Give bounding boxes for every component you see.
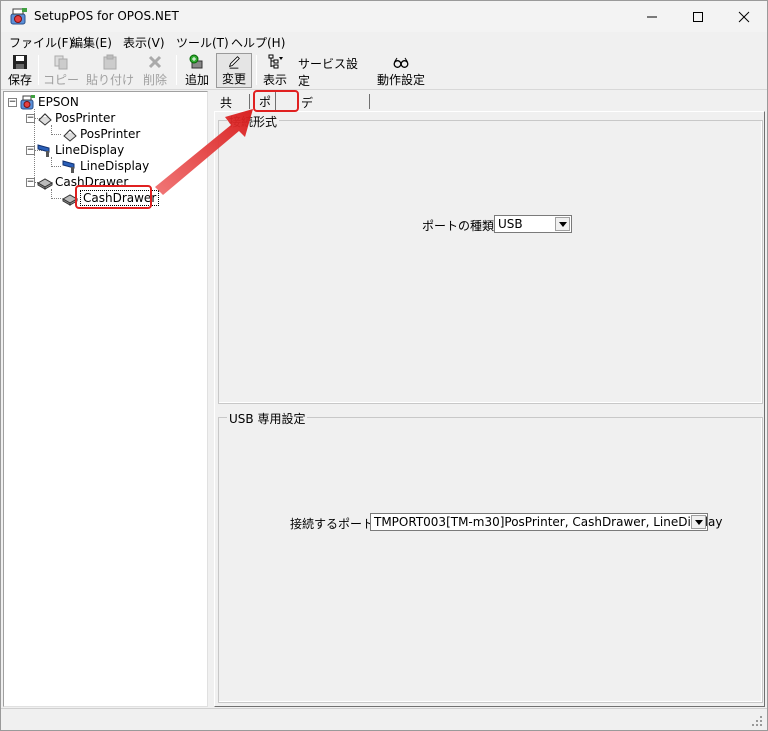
port-type-label: ポートの種類 bbox=[422, 219, 495, 233]
tree-node-posprinter-child[interactable]: PosPrinter bbox=[62, 126, 140, 142]
collapse-icon[interactable]: − bbox=[26, 177, 35, 187]
change-button[interactable]: 変更 bbox=[216, 53, 252, 88]
cash-drawer-icon bbox=[37, 178, 53, 190]
line-display-icon bbox=[37, 144, 50, 157]
copy-label: コピー bbox=[43, 73, 80, 87]
panel-splitter[interactable] bbox=[209, 91, 213, 707]
chevron-down-icon[interactable] bbox=[691, 515, 706, 529]
paste-label: 貼り付け bbox=[86, 73, 135, 87]
resize-grip-icon[interactable] bbox=[751, 715, 763, 727]
delete-label: 削除 bbox=[142, 73, 167, 87]
usb-settings-group: USB 専用設定 接続するポート TMPORT003[TM-m30]PosPri… bbox=[218, 410, 763, 703]
tree-label-posprinter-child: PosPrinter bbox=[80, 127, 141, 141]
tree-connector bbox=[51, 134, 61, 135]
menu-view[interactable]: 表示(V) bbox=[123, 34, 165, 51]
paste-icon bbox=[103, 54, 117, 70]
operation-settings-button[interactable]: 動作設定 bbox=[374, 53, 428, 88]
menu-bar: ファイル(F) 編集(E) 表示(V) ツール(T) ヘルプ(H) bbox=[1, 32, 767, 52]
connection-type-title: 接続形式 bbox=[227, 113, 280, 130]
tree-connector bbox=[51, 198, 61, 199]
line-display-icon bbox=[62, 160, 75, 173]
close-button[interactable] bbox=[721, 1, 767, 32]
toolbar-separator bbox=[176, 55, 177, 85]
app-icon bbox=[10, 8, 27, 25]
collapse-icon[interactable]: − bbox=[26, 113, 35, 123]
delete-button[interactable]: 削除 bbox=[140, 53, 170, 88]
toolbar: 保存 コピー 貼り付け 削除 追加 変更 表示 サービス設定 動作設定 bbox=[1, 52, 767, 90]
tab-separator bbox=[369, 94, 370, 109]
copy-button[interactable]: コピー bbox=[43, 53, 79, 88]
epson-root-icon bbox=[20, 95, 35, 110]
change-label: 変更 bbox=[221, 72, 246, 86]
view-button[interactable]: 表示 bbox=[260, 53, 290, 88]
save-icon bbox=[13, 55, 27, 69]
tab-content: 接続形式 ポートの種類 USB USB 専用設定 接続するポート TMPORT0… bbox=[214, 111, 765, 707]
title-bar: SetupPOS for OPOS.NET bbox=[1, 1, 767, 32]
connection-type-group: 接続形式 ポートの種類 USB bbox=[218, 113, 763, 404]
add-device-icon bbox=[189, 54, 203, 69]
minimize-icon bbox=[647, 16, 657, 17]
device-tree[interactable]: − EPSON − PosPrinter PosPrinter − LineDi… bbox=[3, 91, 208, 707]
connect-port-select[interactable]: TMPORT003[TM-m30]PosPrinter, CashDrawer,… bbox=[370, 513, 722, 531]
tree-node-epson[interactable]: − EPSON bbox=[8, 94, 79, 110]
printer-icon bbox=[38, 113, 52, 126]
tab-common[interactable]: 共通 bbox=[216, 93, 236, 127]
save-label: 保存 bbox=[7, 73, 32, 87]
tree-label-posprinter: PosPrinter bbox=[55, 111, 116, 125]
toolbar-separator bbox=[256, 55, 257, 85]
operation-settings-label: 動作設定 bbox=[376, 73, 425, 87]
tree-connector bbox=[51, 166, 61, 167]
tree-label-epson: EPSON bbox=[38, 95, 79, 109]
save-button[interactable]: 保存 bbox=[5, 53, 35, 88]
tree-label-linedisplay: LineDisplay bbox=[55, 143, 125, 157]
menu-edit[interactable]: 編集(E) bbox=[71, 34, 112, 51]
paste-button[interactable]: 貼り付け bbox=[86, 53, 134, 88]
chevron-down-icon[interactable] bbox=[555, 217, 570, 231]
highlight-cashdrawer-node bbox=[75, 185, 152, 209]
glasses-icon bbox=[393, 57, 409, 68]
tree-node-posprinter[interactable]: − PosPrinter bbox=[26, 110, 115, 126]
service-settings-label: サービス設定 bbox=[298, 57, 359, 88]
maximize-icon bbox=[693, 11, 703, 22]
tree-node-linedisplay[interactable]: − LineDisplay bbox=[26, 142, 124, 158]
status-bar bbox=[1, 708, 767, 730]
connect-port-value: TMPORT003[TM-m30]PosPrinter, CashDrawer,… bbox=[374, 515, 723, 529]
highlight-port-tab bbox=[253, 90, 299, 112]
pencil-icon bbox=[228, 56, 240, 69]
service-settings-button[interactable]: サービス設定 bbox=[298, 53, 364, 88]
collapse-icon[interactable]: − bbox=[8, 97, 17, 107]
port-type-value: USB bbox=[498, 217, 523, 231]
port-type-select[interactable]: USB bbox=[494, 215, 572, 233]
tree-view-icon bbox=[268, 54, 283, 69]
close-icon bbox=[738, 11, 750, 22]
printer-icon bbox=[63, 129, 77, 142]
delete-icon bbox=[148, 55, 162, 69]
window-title: SetupPOS for OPOS.NET bbox=[34, 9, 179, 23]
tab-separator bbox=[249, 94, 250, 109]
minimize-button[interactable] bbox=[629, 1, 675, 32]
connect-port-label: 接続するポート bbox=[290, 517, 375, 531]
tab-device-settings[interactable]: デバイス設定 bbox=[297, 93, 317, 195]
menu-file[interactable]: ファイル(F) bbox=[9, 34, 73, 51]
tree-label-linedisplay-child: LineDisplay bbox=[80, 159, 150, 173]
menu-tools[interactable]: ツール(T) bbox=[176, 34, 229, 51]
tree-node-linedisplay-child[interactable]: LineDisplay bbox=[62, 158, 149, 174]
collapse-icon[interactable]: − bbox=[26, 145, 35, 155]
app-window: SetupPOS for OPOS.NET ファイル(F) 編集(E) 表示(V… bbox=[0, 0, 768, 731]
usb-settings-title: USB 専用設定 bbox=[227, 410, 308, 427]
add-label: 追加 bbox=[184, 73, 209, 87]
menu-help[interactable]: ヘルプ(H) bbox=[231, 34, 285, 51]
maximize-button[interactable] bbox=[675, 1, 721, 32]
toolbar-separator bbox=[38, 55, 39, 85]
add-button[interactable]: 追加 bbox=[182, 53, 212, 88]
view-label: 表示 bbox=[262, 73, 287, 87]
copy-icon bbox=[54, 55, 68, 70]
